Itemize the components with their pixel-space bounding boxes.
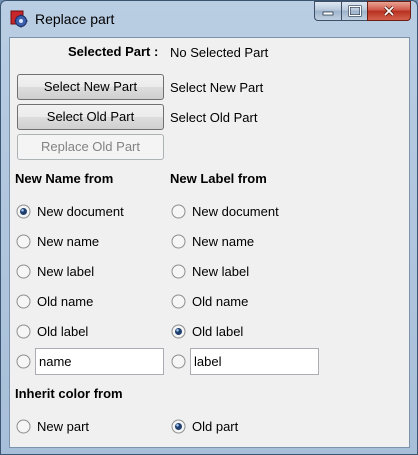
new-label-from-heading: New Label from: [170, 171, 267, 186]
caption-buttons: [314, 1, 411, 23]
select-new-part-button[interactable]: Select New Part: [17, 74, 164, 100]
freecad-gear-icon: [10, 10, 28, 28]
select-new-part-value: Select New Part: [170, 80, 264, 95]
new-name-radio-new-name[interactable]: [16, 234, 31, 249]
new-name-label-old-name[interactable]: Old name: [37, 294, 93, 309]
new-label-label-new-label[interactable]: New label: [192, 264, 249, 279]
new-label-radio-new-document[interactable]: [171, 204, 186, 219]
new-name-radio-new-document[interactable]: [16, 204, 31, 219]
new-label-radio-new-name[interactable]: [171, 234, 186, 249]
close-icon: [383, 5, 395, 17]
new-name-label-new-document[interactable]: New document: [37, 204, 124, 219]
new-label-radio-new-label[interactable]: [171, 264, 186, 279]
new-name-custom-field[interactable]: [35, 348, 164, 375]
new-label-radio-old-name[interactable]: [171, 294, 186, 309]
inherit-color-radio-old-part[interactable]: [171, 419, 186, 434]
title-bar[interactable]: Replace part: [1, 1, 417, 37]
selected-part-label: Selected Part :: [68, 44, 159, 59]
replace-old-part-button[interactable]: Replace Old Part: [17, 134, 164, 160]
dialog-body: Selected Part : No Selected Part Select …: [9, 37, 410, 448]
replace-part-window: Replace part Selected Part: No Selected…: [0, 0, 418, 455]
new-name-label-new-label[interactable]: New label: [37, 264, 94, 279]
new-name-radio-new-label[interactable]: [16, 264, 31, 279]
new-name-radio-old-label[interactable]: [16, 324, 31, 339]
select-old-part-button[interactable]: Select Old Part: [17, 104, 164, 130]
inherit-color-radio-new-part[interactable]: [16, 419, 31, 434]
new-label-label-new-document[interactable]: New document: [192, 204, 279, 219]
selected-part-value: No Selected Part: [170, 45, 269, 60]
new-label-custom-radio[interactable]: [171, 354, 186, 369]
minimize-icon: [322, 11, 334, 16]
new-label-label-new-name[interactable]: New name: [192, 234, 254, 249]
new-label-radio-old-label[interactable]: [171, 324, 186, 339]
select-old-part-value: Select Old Part: [170, 110, 258, 125]
new-name-label-new-name[interactable]: New name: [37, 234, 99, 249]
maximize-icon: [347, 5, 362, 17]
new-name-label-old-label[interactable]: Old label: [37, 324, 88, 339]
inherit-color-from-heading: Inherit color from: [15, 386, 123, 401]
close-button[interactable]: [367, 1, 411, 21]
inherit-color-label-old-part[interactable]: Old part: [192, 419, 238, 434]
new-label-label-old-name[interactable]: Old name: [192, 294, 248, 309]
new-name-custom-radio[interactable]: [16, 354, 31, 369]
maximize-button[interactable]: [341, 1, 367, 21]
new-label-label-old-label[interactable]: Old label: [192, 324, 243, 339]
new-label-custom-field[interactable]: [190, 348, 319, 375]
new-name-radio-old-name[interactable]: [16, 294, 31, 309]
window-title: Replace part: [35, 11, 115, 27]
new-name-from-heading: New Name from: [15, 171, 114, 186]
inherit-color-label-new-part[interactable]: New part: [37, 419, 89, 434]
minimize-button[interactable]: [314, 1, 341, 21]
